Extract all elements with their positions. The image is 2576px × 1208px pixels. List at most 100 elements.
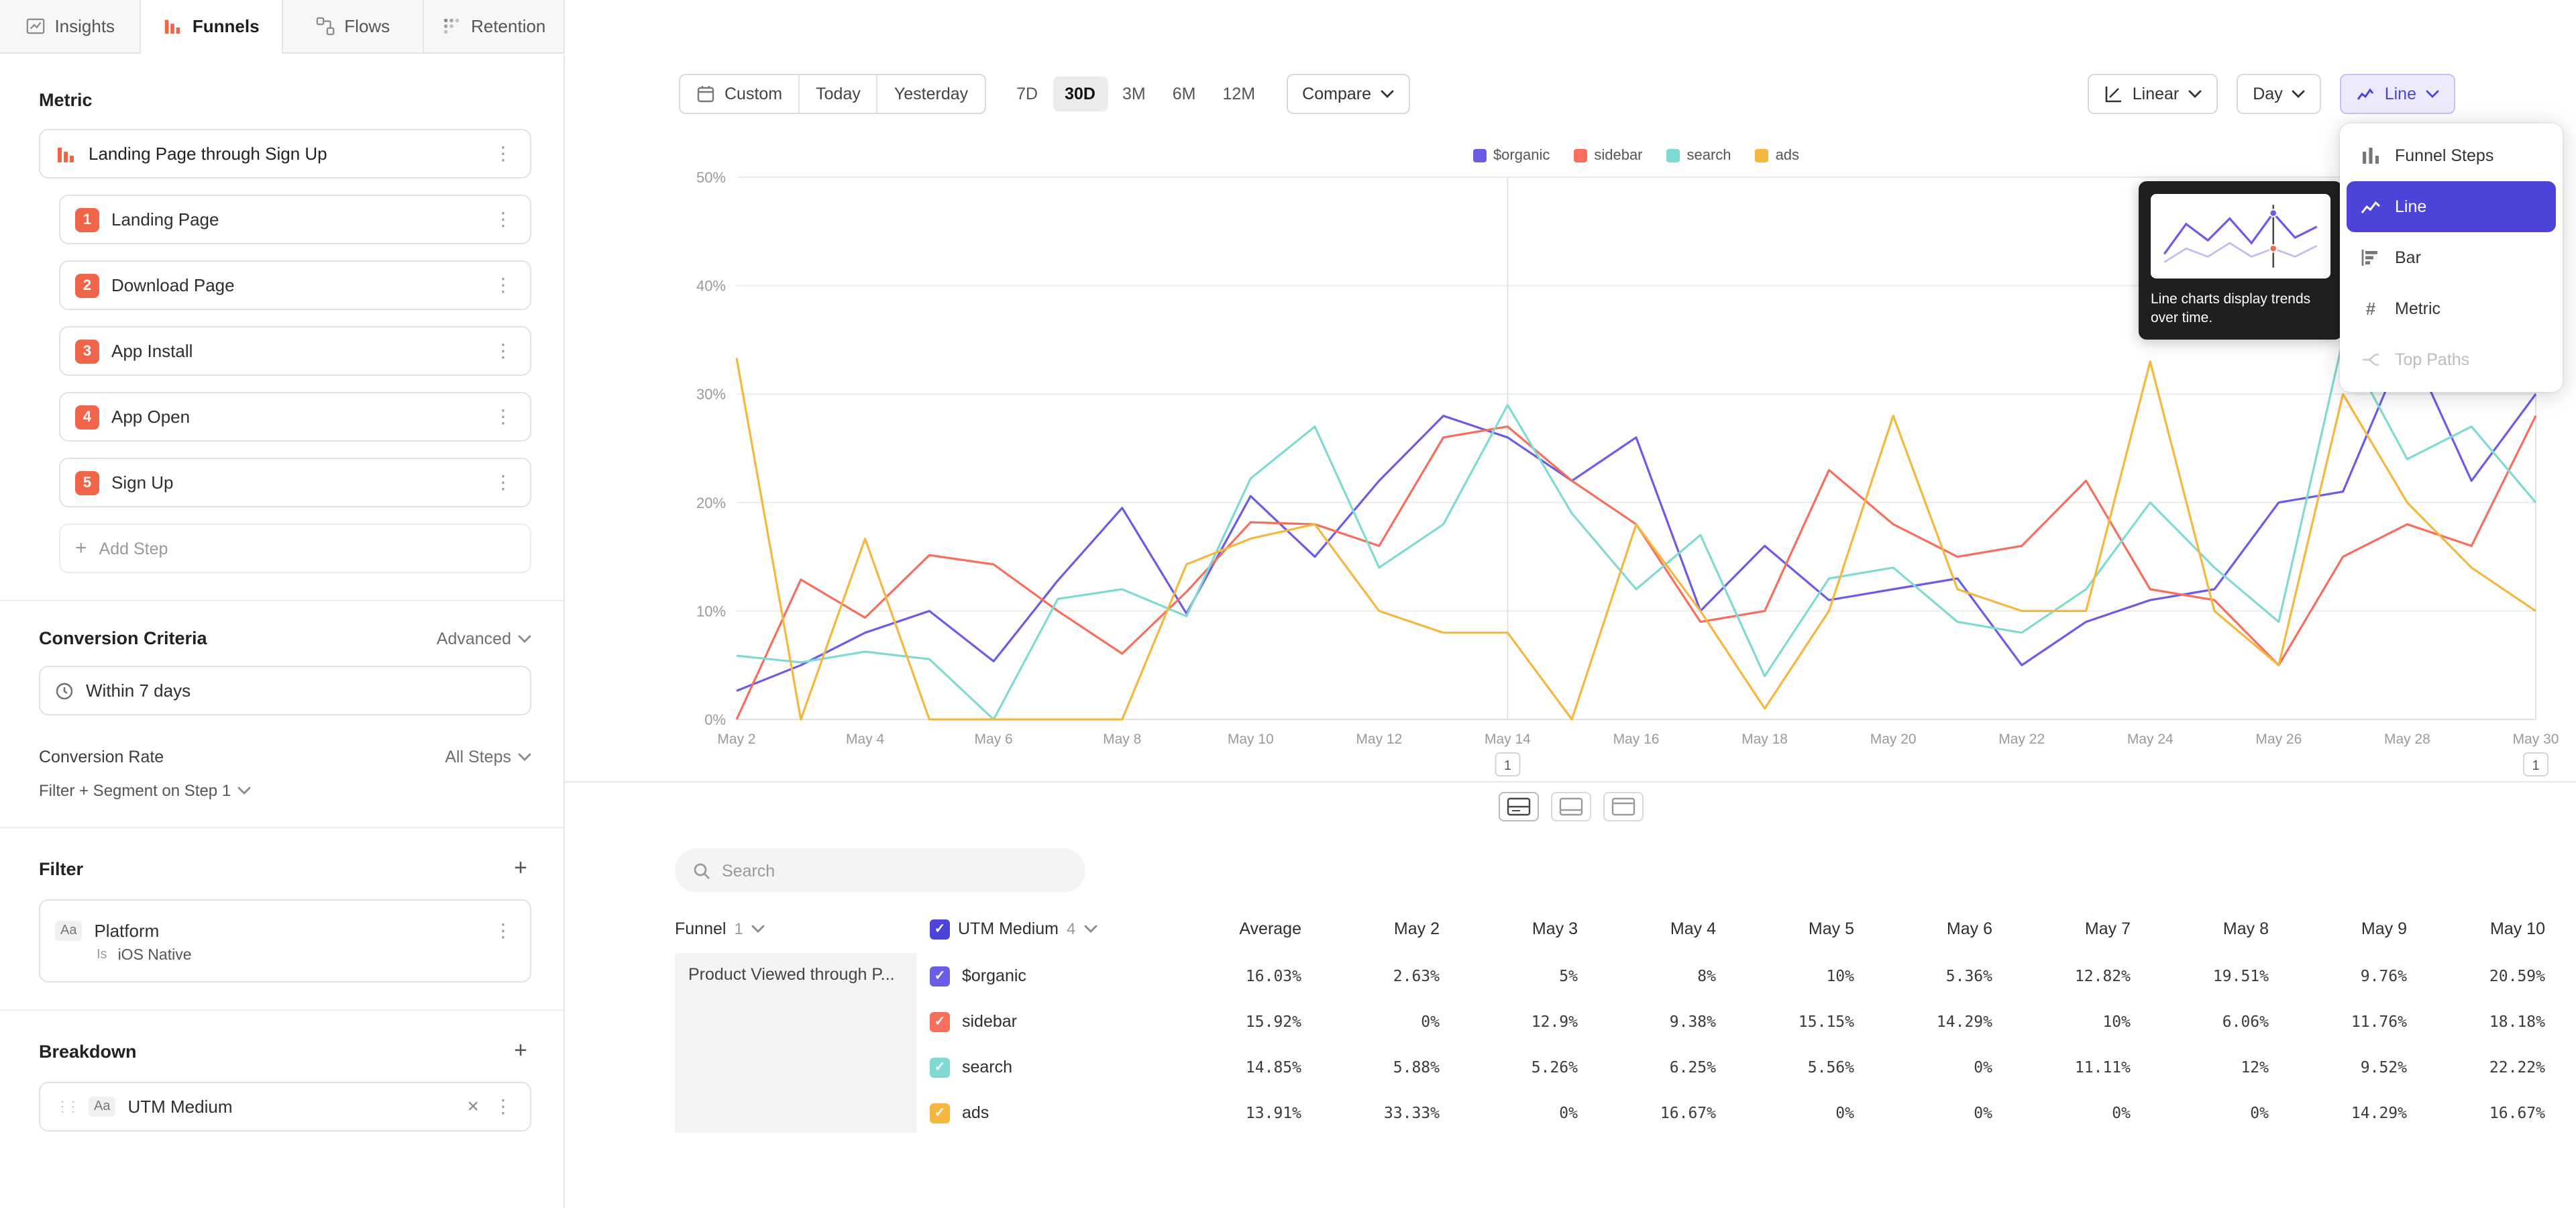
range-3m[interactable]: 3M <box>1110 77 1158 111</box>
custom-date-button[interactable]: Custom <box>680 75 800 113</box>
menu-item-label: Line <box>2395 197 2426 216</box>
date-column-header[interactable]: May 7 <box>2003 905 2141 953</box>
add-step-button[interactable]: + Add Step <box>59 523 531 573</box>
cell-value: 10% <box>2003 999 2141 1044</box>
date-column-header[interactable]: May 3 <box>1450 905 1589 953</box>
cell-value: 5.36% <box>1865 953 2003 999</box>
average-value: 16.03% <box>1165 953 1312 999</box>
series-checkbox[interactable]: ✓ <box>930 1103 950 1123</box>
drag-handle-icon[interactable]: ⋮⋮ <box>55 1098 76 1115</box>
interval-dropdown-button[interactable]: Day <box>2237 74 2321 114</box>
kebab-menu-icon[interactable]: ⋮ <box>491 1095 515 1118</box>
breakdown-checkbox[interactable]: ✓ <box>930 919 950 939</box>
top-paths-icon <box>2360 349 2381 370</box>
menu-item-bar[interactable]: Bar <box>2347 232 2556 283</box>
menu-item-top-paths: Top Paths <box>2347 334 2556 385</box>
average-column-header[interactable]: Average <box>1165 905 1312 953</box>
layout-table-button[interactable] <box>1603 792 1643 821</box>
funnel-step-landing-page[interactable]: 1Landing Page⋮ <box>59 195 531 244</box>
tab-flows[interactable]: Flows <box>282 0 424 52</box>
date-column-header[interactable]: May 5 <box>1727 905 1865 953</box>
date-column-header[interactable]: May 2 <box>1312 905 1450 953</box>
kebab-menu-icon[interactable]: ⋮ <box>491 405 515 428</box>
tab-funnels[interactable]: Funnels <box>142 0 283 52</box>
layout-chart-button[interactable] <box>1550 792 1591 821</box>
cell-value: 12% <box>2141 1044 2279 1090</box>
advanced-dropdown[interactable]: Advanced <box>437 629 531 648</box>
advanced-label: Advanced <box>437 629 511 648</box>
menu-item-metric[interactable]: #Metric <box>2347 283 2556 334</box>
cell-value: 5.56% <box>1727 1044 1865 1090</box>
cell-value: 16.67% <box>2418 1090 2556 1136</box>
tab-retention[interactable]: Retention <box>424 0 564 52</box>
range-30d[interactable]: 30D <box>1053 77 1108 111</box>
menu-item-funnel-steps[interactable]: Funnel Steps <box>2347 130 2556 181</box>
range-6m[interactable]: 6M <box>1161 77 1208 111</box>
funnel-step-app-install[interactable]: 3App Install⋮ <box>59 326 531 376</box>
series-checkbox[interactable]: ✓ <box>930 1057 950 1077</box>
kebab-menu-icon[interactable]: ⋮ <box>491 142 515 165</box>
linear-scale-icon <box>2104 85 2123 103</box>
divider <box>0 1009 564 1011</box>
step-number-badge: 4 <box>75 405 99 429</box>
line-chart-icon <box>2357 85 2375 103</box>
scale-dropdown-button[interactable]: Linear <box>2088 74 2218 114</box>
kebab-menu-icon[interactable]: ⋮ <box>491 208 515 231</box>
step-label: Sign Up <box>111 472 479 493</box>
date-column-header[interactable]: May 6 <box>1865 905 2003 953</box>
remove-icon[interactable]: × <box>467 1095 479 1118</box>
metric-heading: Metric <box>39 90 531 110</box>
search-box[interactable] <box>675 848 1085 893</box>
funnels-icon <box>163 16 183 36</box>
svg-text:May 8: May 8 <box>1103 732 1141 747</box>
chart-type-dropdown-button[interactable]: Line <box>2341 74 2455 114</box>
funnel-title-card[interactable]: Landing Page through Sign Up ⋮ <box>39 129 531 179</box>
range-7d[interactable]: 7D <box>1004 77 1050 111</box>
chart-type-menu: Funnel Steps Line Bar#MetricTop Paths <box>2340 123 2563 392</box>
filter-operator[interactable]: Is <box>97 948 107 962</box>
conversion-window-card[interactable]: Within 7 days <box>39 666 531 715</box>
date-column-header[interactable]: May 10 <box>2418 905 2556 953</box>
range-12m[interactable]: 12M <box>1211 77 1268 111</box>
layout-split-button[interactable] <box>1498 792 1538 821</box>
search-input[interactable] <box>722 861 1068 880</box>
date-column-header[interactable]: May 4 <box>1589 905 1727 953</box>
add-step-label: Add Step <box>99 539 168 558</box>
breakdown-column-header[interactable]: ✓ UTM Medium 4 <box>930 919 1165 939</box>
date-column-header[interactable]: May 9 <box>2279 905 2418 953</box>
scale-label: Linear <box>2133 85 2180 103</box>
add-filter-button[interactable]: + <box>510 855 531 882</box>
divider <box>0 600 564 601</box>
legend-swatch <box>1473 149 1487 162</box>
kebab-menu-icon[interactable]: ⋮ <box>491 274 515 297</box>
compare-button[interactable]: Compare <box>1286 74 1410 114</box>
all-steps-dropdown[interactable]: All Steps <box>445 748 531 766</box>
kebab-menu-icon[interactable]: ⋮ <box>491 340 515 362</box>
step-label: Download Page <box>111 275 479 295</box>
tab-insights[interactable]: Insights <box>0 0 142 52</box>
chevron-down-icon <box>2426 90 2439 98</box>
filter-value[interactable]: iOS Native <box>118 947 192 963</box>
svg-text:May 26: May 26 <box>2255 732 2302 747</box>
add-breakdown-button[interactable]: + <box>510 1038 531 1064</box>
yesterday-button[interactable]: Yesterday <box>878 75 984 113</box>
funnel-step-download-page[interactable]: 2Download Page⋮ <box>59 260 531 310</box>
date-column-header[interactable]: May 8 <box>2141 905 2279 953</box>
funnel-group-label[interactable]: Product Viewed through P... <box>675 953 916 1133</box>
cell-value: 15.15% <box>1727 999 1865 1044</box>
series-label: ads <box>962 1103 989 1122</box>
series-checkbox[interactable]: ✓ <box>930 1011 950 1031</box>
today-button[interactable]: Today <box>800 75 878 113</box>
funnel-column-header[interactable]: Funnel 1 <box>675 919 930 938</box>
filter-segment-dropdown[interactable]: Filter + Segment on Step 1 <box>39 781 531 800</box>
funnel-step-sign-up[interactable]: 5Sign Up⋮ <box>59 458 531 507</box>
svg-text:1: 1 <box>1504 758 1511 773</box>
series-checkbox[interactable]: ✓ <box>930 966 950 986</box>
breakdown-property-card[interactable]: ⋮⋮ Aa UTM Medium × ⋮ <box>39 1082 531 1131</box>
funnel-step-app-open[interactable]: 4App Open⋮ <box>59 392 531 442</box>
filter-property-card[interactable]: Aa Platform ⋮ Is iOS Native <box>39 899 531 983</box>
kebab-menu-icon[interactable]: ⋮ <box>491 919 515 942</box>
line-chart-icon <box>2360 196 2381 217</box>
menu-item-line[interactable]: Line <box>2347 181 2556 232</box>
kebab-menu-icon[interactable]: ⋮ <box>491 471 515 494</box>
